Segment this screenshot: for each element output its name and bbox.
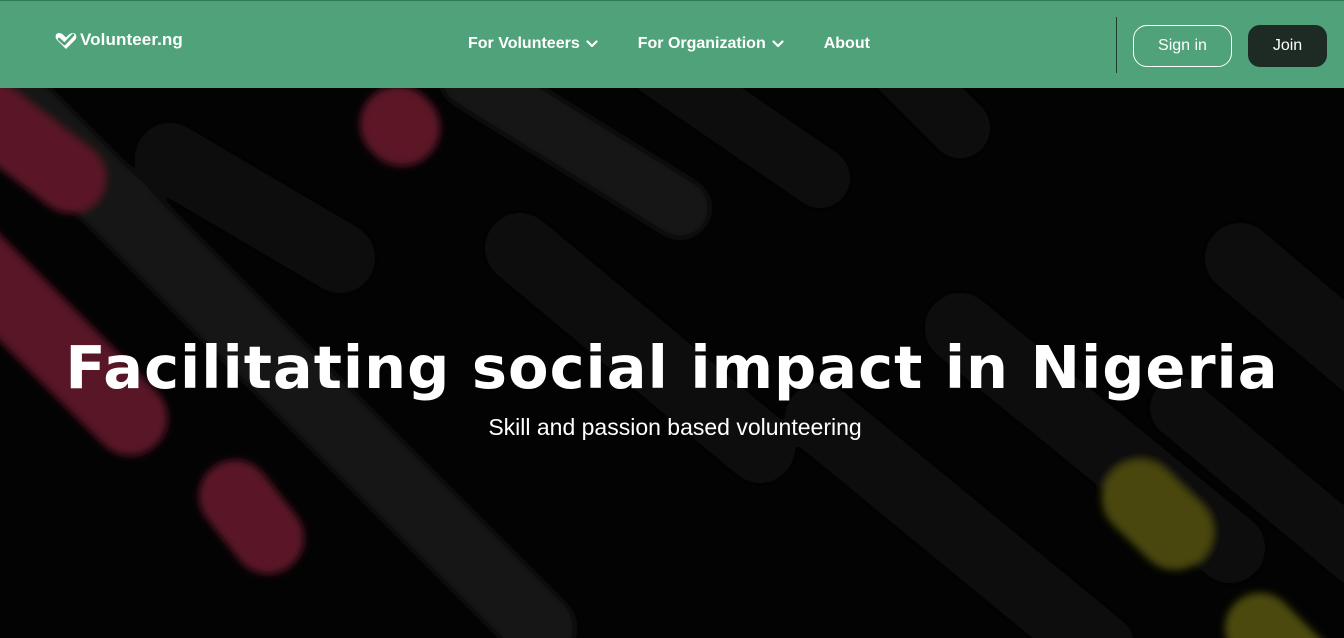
logo-text: Volunteer.ng [80, 30, 183, 49]
nav-about[interactable]: About [824, 35, 870, 53]
chevron-down-icon [772, 40, 784, 48]
top-navbar: Volunteer.ng For Volunteers For Organiza… [0, 0, 1344, 88]
nav-for-volunteers[interactable]: For Volunteers [468, 35, 598, 53]
chevron-down-icon [586, 40, 598, 48]
hero-section: Facilitating social impact in Nigeria Sk… [0, 88, 1344, 638]
site-logo[interactable]: Volunteer.ng [54, 29, 183, 51]
nav-for-organization-label: For Organization [637, 35, 766, 52]
join-button[interactable]: Join [1248, 25, 1327, 67]
sign-in-button[interactable]: Sign in [1133, 25, 1232, 67]
hero-subtitle: Skill and passion based volunteering [488, 414, 862, 440]
hero-title: Facilitating social impact in Nigeria [65, 333, 1279, 402]
main-nav: For Volunteers For Organization About [468, 35, 870, 53]
nav-divider [1116, 17, 1117, 73]
nav-for-organization[interactable]: For Organization [638, 35, 784, 53]
nav-for-volunteers-label: For Volunteers [468, 35, 580, 52]
nav-about-label: About [823, 35, 870, 52]
heart-check-icon [55, 33, 77, 49]
